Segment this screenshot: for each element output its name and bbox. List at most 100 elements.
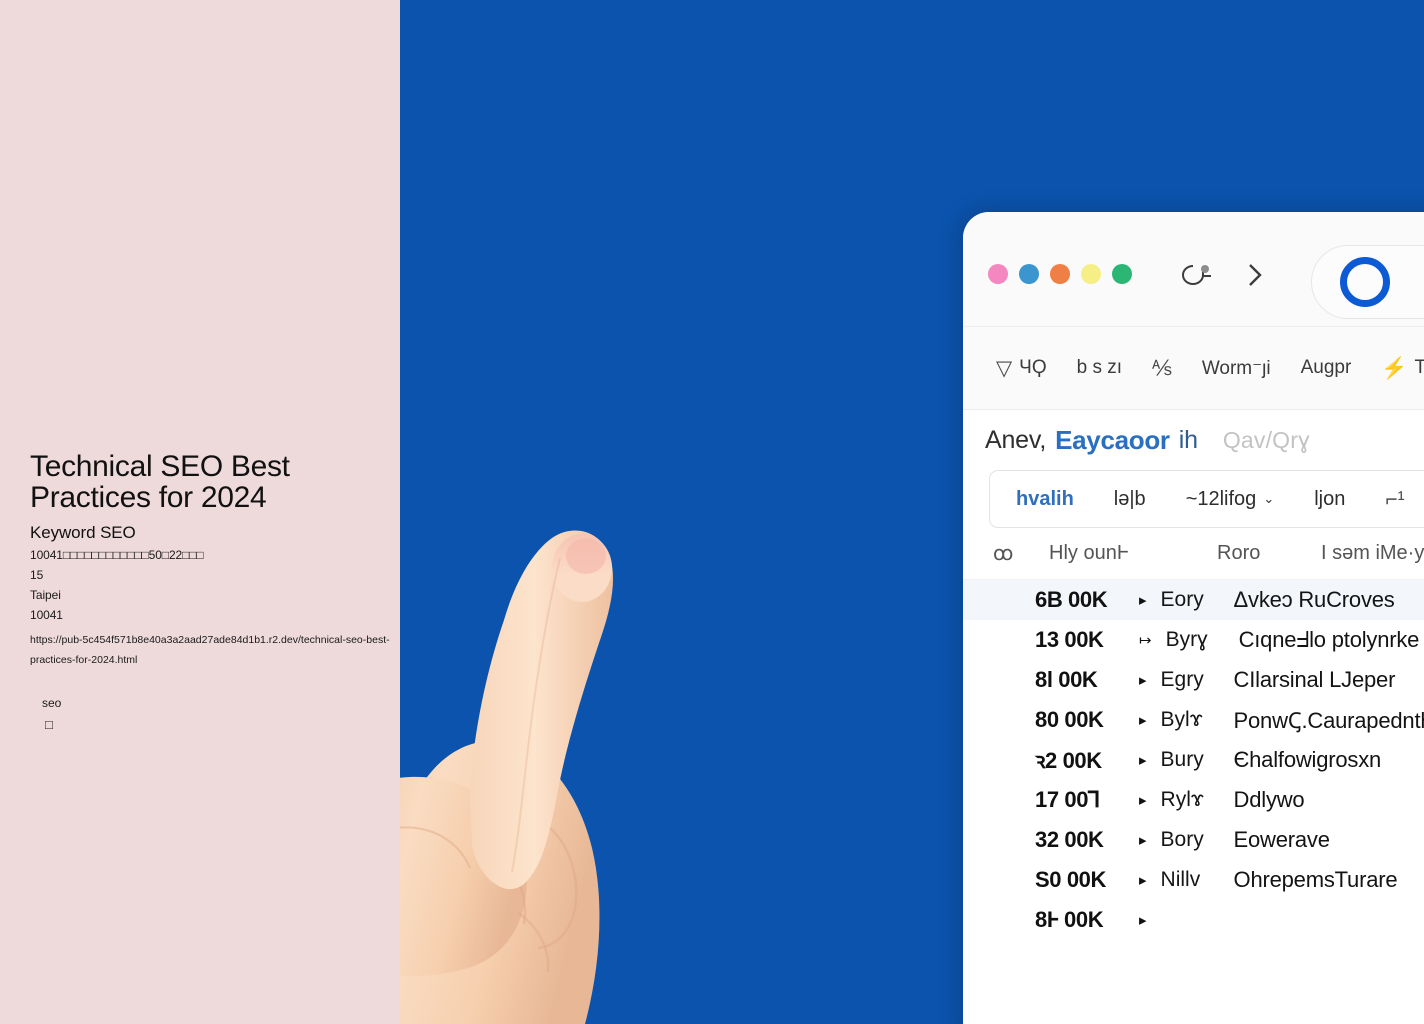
blue-backdrop: Wnind Sproiech Qvsarroking ?rnats Qitl ·… (400, 0, 1424, 1024)
tag-label: seo (42, 696, 62, 710)
toolbar-item-5[interactable]: ⚡ Tê (1366, 357, 1424, 379)
trend-arrow-icon: ▸ (1139, 712, 1147, 729)
column-header-1[interactable]: Hly ounⱵ (1049, 542, 1217, 565)
cell-code: Bory (1160, 828, 1204, 851)
cursor-icon: ⌐¹ (1385, 487, 1405, 511)
filter-primary-label: hvalih (1016, 487, 1074, 510)
omnibox[interactable]: Wnind Sproiech Qvsarroking ?rnats Qitl ·… (1311, 245, 1424, 319)
cell-code: Bury (1160, 748, 1204, 771)
cell-volume: 80 00K (1035, 707, 1104, 732)
history-icon[interactable] (1181, 260, 1215, 290)
table-row[interactable]: 8l 00K ▸ Egry CIlarsinal LJeper (963, 660, 1424, 700)
cell-keyword: CIlarsinal LJeper (1233, 667, 1396, 692)
section-heading: Anev, Eaycaoor ih Qav/Qrɣ (963, 410, 1424, 470)
table-row[interactable]: 6B 00K ▸ Eory Δvkeɔ RuCroves (963, 580, 1424, 620)
filter-primary-tab[interactable]: hvalih (990, 488, 1094, 511)
toolbar-item-3[interactable]: Worm⁻ȷi (1187, 357, 1286, 380)
cell-volume: S0 00K (1035, 867, 1106, 892)
filter-item-0[interactable]: lə|b (1094, 488, 1166, 511)
filter-item-label: lə|b (1113, 487, 1146, 510)
cell-volume: 6B 00K (1035, 587, 1108, 612)
dot-pink[interactable] (988, 264, 1008, 284)
nav-icons (1181, 260, 1265, 290)
table-row[interactable]: 8Ⱶ 00K ▸ (963, 900, 1424, 940)
trend-arrow-icon: ▸ (1139, 672, 1147, 689)
column-header-3[interactable]: I səm iMe·y iʟıdyaȷ TOO3 b ɔ (1321, 542, 1424, 565)
trend-arrow-icon: ▸ (1139, 752, 1147, 769)
dot-orange[interactable] (1050, 264, 1070, 284)
filter-item-1[interactable]: ~12lifog ⌄ (1166, 488, 1295, 511)
left-info-panel: Technical SEO Best Practices for 2024 Ke… (0, 0, 400, 1024)
scissors-icon: ⅍ (1152, 356, 1172, 380)
chevron-down-icon: ⌄ (1263, 491, 1275, 506)
toolbar-item-label: Tê (1414, 357, 1424, 378)
cell-volume: 8l 00K (1035, 667, 1098, 692)
trend-arrow-icon: ▸ (1139, 912, 1147, 929)
window-controls[interactable] (988, 264, 1132, 284)
dot-yellow[interactable] (1081, 264, 1101, 284)
cell-code: Byrɣ (1165, 628, 1208, 651)
filter-item-label: ~12lifog (1185, 487, 1257, 510)
data-table: 6B 00K ▸ Eory Δvkeɔ RuCroves 13 00K ↦ By… (963, 580, 1424, 940)
trend-arrow-icon: ▸ (1139, 872, 1147, 889)
circle-icon (1340, 257, 1390, 307)
column-header-0[interactable]: ꝏ (993, 541, 1049, 566)
toolbar-item-1[interactable]: b s zı (1062, 357, 1137, 379)
table-column-header: ꝏ Hly ounⱵ Roro I səm iMe·y iʟıdyaȷ TOO3… (963, 528, 1424, 580)
page-subtitle: Keyword SEO (30, 523, 136, 542)
cell-keyword: PonwꟄ.Caurapednth (1233, 708, 1424, 733)
tag-glyph: □ (45, 717, 53, 732)
cell-keyword: Eowerave (1233, 827, 1330, 852)
toolbar: ▽ ЧϘ b s zı ⅍ Worm⁻ȷi Auɡpr ⚡ Tê Tigeiv. (963, 327, 1424, 410)
meta-zip: 10041 (30, 608, 63, 622)
table-row[interactable]: S0 00K ▸ Nillv OhrepemsTurare (963, 860, 1424, 900)
filter-item-2[interactable]: ljon (1294, 488, 1365, 511)
table-row[interactable]: 13 00K ↦ Byrɣ Cıqneᖵlo ptolynrke (963, 620, 1424, 660)
cell-keyword: Cıqneᖵlo ptolynrke (1238, 627, 1420, 652)
column-header-2[interactable]: Roro (1217, 542, 1321, 565)
table-row[interactable]: ꝛ2 00K ▸ Bury Єhalfowigrosxn (963, 740, 1424, 780)
heading-muted: Qav/Qrɣ (1222, 426, 1310, 453)
toolbar-item-label: Auɡpr (1300, 357, 1352, 378)
source-url[interactable]: https://pub-5c454f571b8e40a3a2aad27ade84… (30, 630, 395, 671)
trend-arrow-icon: ▸ (1139, 792, 1147, 809)
toolbar-item-2[interactable]: ⅍ (1137, 358, 1187, 379)
heading-prefix: Anev, (985, 425, 1047, 454)
shape-icon: ▽ (996, 356, 1013, 380)
table-row[interactable]: 32 00K ▸ Bory Eowerave (963, 820, 1424, 860)
table-row[interactable]: 17 00Ꞁ ▸ Rylɤ Ddlywo (963, 780, 1424, 820)
cell-volume: 8Ⱶ 00K (1035, 907, 1104, 932)
meta-number: 15 (30, 568, 44, 582)
browser-chrome: Wnind Sproiech Qvsarroking ?rnats Qitl ·… (963, 212, 1424, 327)
cell-keyword: Δvkeɔ RuCroves (1233, 587, 1395, 612)
toolbar-item-0[interactable]: ▽ ЧϘ (981, 357, 1062, 379)
table-row[interactable]: 80 00K ▸ Bylɤ PonwꟄ.Caurapednth (963, 700, 1424, 740)
cell-code: Eory (1160, 588, 1204, 611)
forward-arrow-icon[interactable] (1245, 260, 1265, 290)
heading-accent: Eaycaoor (1055, 424, 1170, 455)
dot-blue[interactable] (1019, 264, 1039, 284)
trend-arrow-icon: ▸ (1139, 592, 1147, 609)
toolbar-item-4[interactable]: Auɡpr (1286, 357, 1367, 379)
meta-address: 10041□□□□□□□□□□□□50□22□□□ (30, 548, 204, 562)
filter-item-3[interactable]: ⌐¹ (1365, 489, 1424, 510)
dot-green[interactable] (1112, 264, 1132, 284)
bolt-icon: ⚡ (1381, 356, 1408, 380)
browser-window: Wnind Sproiech Qvsarroking ?rnats Qitl ·… (963, 212, 1424, 1024)
trend-arrow-icon: ↦ (1139, 632, 1152, 649)
cell-code: Nillv (1160, 868, 1201, 891)
meta-city: Taipei (30, 588, 61, 602)
toolbar-item-label: Worm⁻ȷi (1201, 357, 1271, 379)
heading-suffix: ih (1178, 425, 1198, 454)
cell-code: Rylɤ (1160, 788, 1204, 811)
cell-keyword: Єhalfowigrosxn (1233, 747, 1382, 772)
cell-keyword: OhrepemsTurare (1233, 867, 1398, 892)
toolbar-item-label: ЧϘ (1019, 357, 1047, 378)
filter-item-label: ljon (1314, 487, 1346, 510)
cell-code: Egry (1160, 668, 1204, 691)
cell-volume: 17 00Ꞁ (1035, 787, 1100, 812)
page-title: Technical SEO Best Practices for 2024 (30, 450, 290, 514)
cell-volume: 32 00K (1035, 827, 1104, 852)
cell-keyword: Ddlywo (1233, 787, 1305, 812)
trend-arrow-icon: ▸ (1139, 832, 1147, 849)
